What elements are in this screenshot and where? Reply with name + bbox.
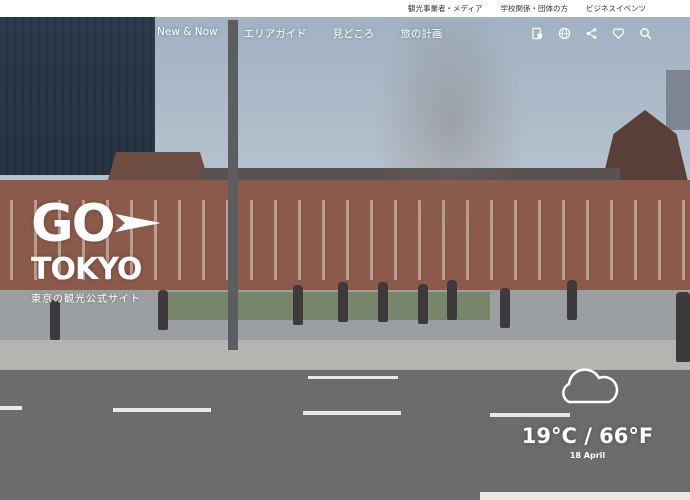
heart-icon[interactable] (611, 26, 625, 40)
utility-link-schools[interactable]: 学校関係・団体の方 (501, 3, 569, 14)
utility-link-business-events[interactable]: ビジネスイベンツ (586, 3, 646, 14)
street-pole (228, 20, 238, 350)
lawn (160, 292, 490, 320)
share-icon[interactable] (584, 26, 598, 40)
search-icon[interactable] (638, 26, 652, 40)
main-nav: New & Now エリアガイド 見どころ 旅の計画 (157, 26, 442, 41)
globe-icon[interactable] (557, 26, 571, 40)
nav-icon-group (530, 26, 652, 40)
utility-nav: 観光事業者・メディア 学校関係・団体の方 ビジネスイベンツ (0, 0, 690, 17)
nav-item-highlights[interactable]: 見どころ (333, 26, 375, 41)
logo-tokyo-text: TOKYO (31, 252, 142, 287)
paper-plane-icon (115, 214, 161, 232)
go-tokyo-logo[interactable]: GO TOKYO 東京の観光公式サイト (31, 198, 161, 305)
nav-item-trip-planning[interactable]: 旅の計画 (400, 26, 442, 41)
bare-trees (360, 20, 540, 270)
weather-widget: 19°C / 66°F 18 April (515, 366, 660, 460)
nav-item-area-guide[interactable]: エリアガイド (244, 26, 307, 41)
utility-link-media[interactable]: 観光事業者・メディア (408, 3, 482, 14)
weather-date: 18 April (569, 451, 606, 460)
nav-item-new-and-now[interactable]: New & Now (157, 26, 218, 41)
logo-subtitle: 東京の観光公式サイト (31, 294, 141, 305)
temperature-readout: 19°C / 66°F (521, 424, 654, 448)
building-right (666, 70, 690, 130)
translate-page-icon[interactable] (530, 26, 544, 40)
cloud-icon (561, 368, 618, 404)
